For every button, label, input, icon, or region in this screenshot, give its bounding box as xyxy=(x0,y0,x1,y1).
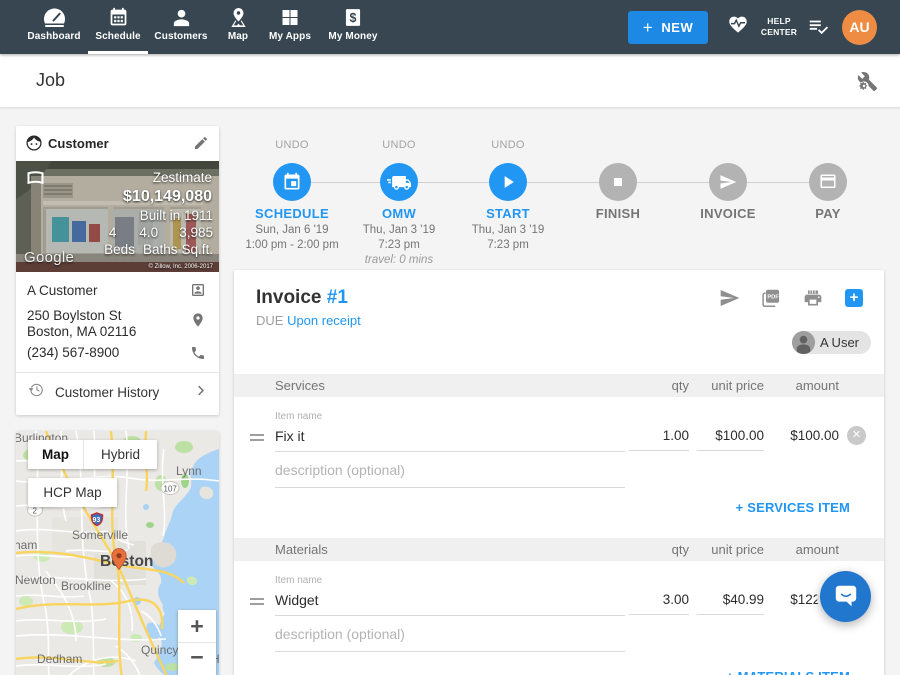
svg-text:Dedham: Dedham xyxy=(37,652,82,666)
svg-text:Brookline: Brookline xyxy=(61,579,111,593)
svg-text:Newton: Newton xyxy=(16,573,56,587)
svg-text:Quincy: Quincy xyxy=(141,643,178,657)
svg-text:Boston: Boston xyxy=(100,553,153,570)
svg-text:93: 93 xyxy=(93,517,101,524)
svg-text:PDF: PDF xyxy=(767,295,779,301)
svg-text:Somerville: Somerville xyxy=(72,528,128,542)
svg-text:Lynn: Lynn xyxy=(176,464,202,478)
svg-text:ham: ham xyxy=(16,538,37,552)
svg-text:$: $ xyxy=(350,11,357,25)
svg-text:2: 2 xyxy=(33,507,38,516)
svg-text:107: 107 xyxy=(164,485,178,494)
